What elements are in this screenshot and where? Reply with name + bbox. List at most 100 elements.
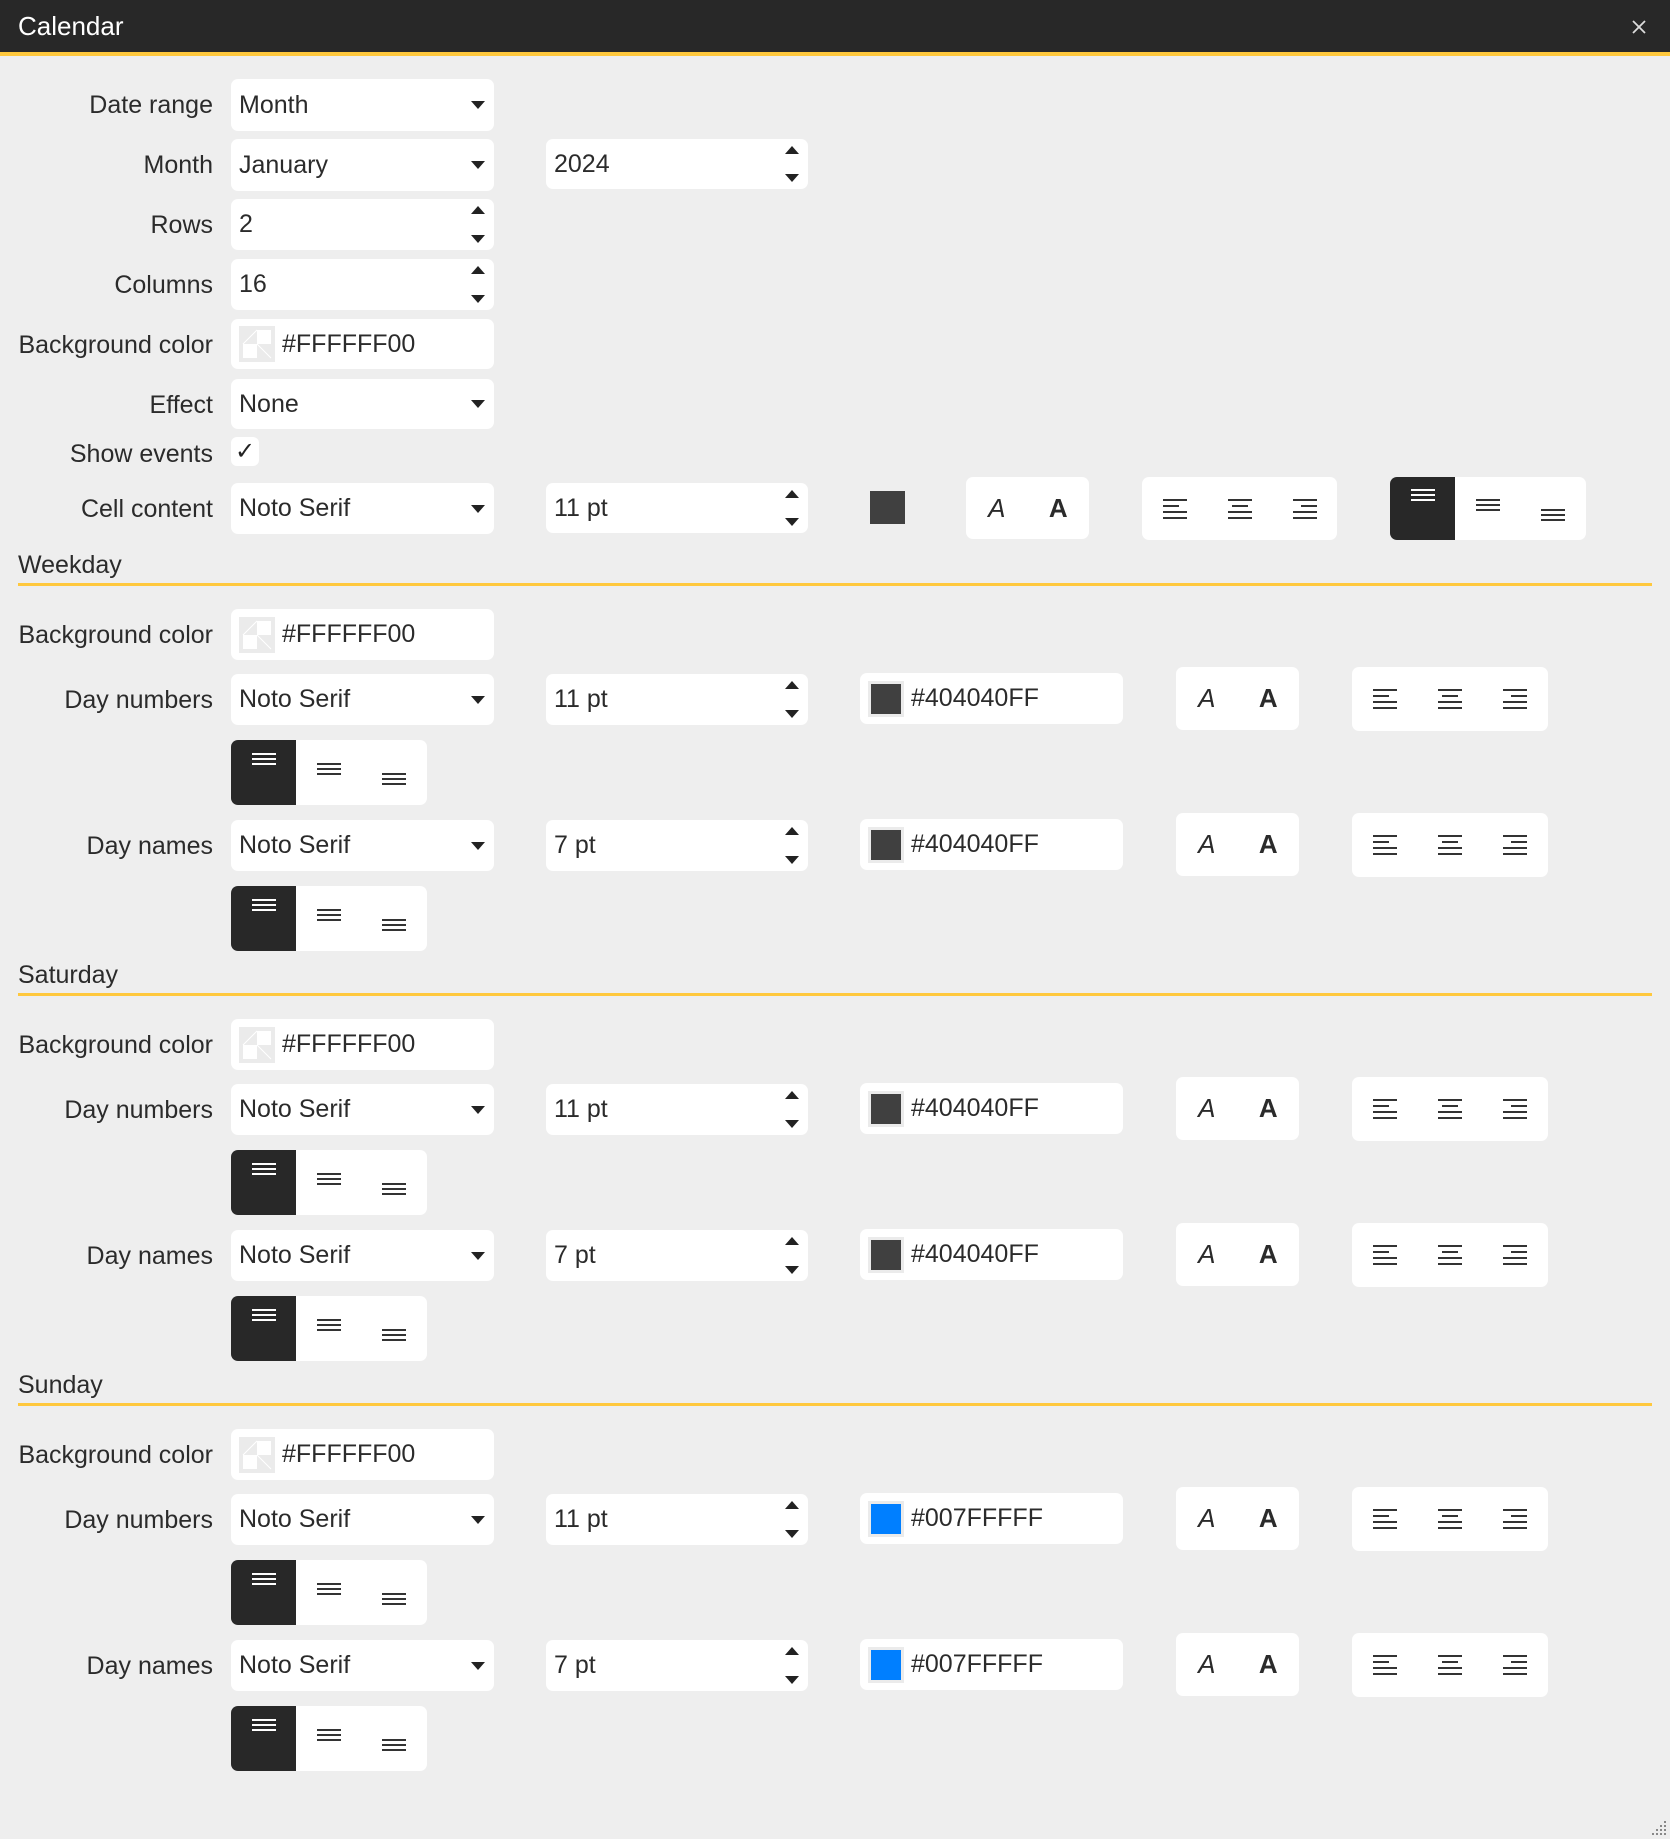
cell-content-color-swatch[interactable] (870, 491, 905, 524)
font-dropdown[interactable]: Noto Serif (231, 674, 494, 725)
font-size-stepper[interactable]: 11 pt (546, 1494, 808, 1545)
show-events-checkbox[interactable]: ✓ (231, 437, 259, 466)
font-dropdown[interactable]: Noto Serif (231, 1230, 494, 1281)
font-color-field[interactable]: #404040FF (860, 673, 1123, 724)
align-center-button[interactable] (1417, 667, 1482, 731)
effect-dropdown[interactable]: None (231, 379, 494, 429)
align-right-button[interactable] (1483, 813, 1548, 877)
align-center-button[interactable] (1417, 1633, 1482, 1697)
increment-icon[interactable] (785, 490, 799, 498)
align-left-button[interactable] (1142, 477, 1207, 540)
align-left-button[interactable] (1352, 1487, 1417, 1551)
valign-middle-button[interactable] (296, 1560, 361, 1625)
font-size-stepper[interactable]: 7 pt (546, 820, 808, 871)
valign-middle-button[interactable] (296, 740, 361, 805)
align-right-button[interactable] (1483, 1077, 1548, 1141)
align-left-button[interactable] (1352, 1223, 1417, 1287)
cell-content-font-dropdown[interactable]: Noto Serif (231, 483, 494, 534)
increment-icon[interactable] (471, 266, 485, 274)
color-swatch[interactable] (868, 1500, 904, 1537)
bold-button[interactable]: A (1238, 1633, 1300, 1696)
bold-button[interactable]: A (1238, 667, 1300, 730)
columns-stepper[interactable]: 16 (231, 259, 494, 310)
italic-button[interactable]: A (1176, 813, 1238, 876)
close-button[interactable] (1626, 14, 1652, 40)
align-right-button[interactable] (1272, 477, 1337, 540)
background-color-field[interactable]: #FFFFFF00 (231, 319, 494, 369)
italic-button[interactable]: A (966, 477, 1028, 539)
increment-icon[interactable] (785, 681, 799, 689)
decrement-icon[interactable] (785, 856, 799, 864)
align-center-button[interactable] (1417, 1223, 1482, 1287)
font-color-field[interactable]: #007FFFFF (860, 1493, 1123, 1544)
decrement-icon[interactable] (785, 1530, 799, 1538)
background-color-field[interactable]: #FFFFFF00 (231, 609, 494, 660)
increment-icon[interactable] (785, 1237, 799, 1245)
valign-middle-button[interactable] (1455, 477, 1520, 540)
font-dropdown[interactable]: Noto Serif (231, 1640, 494, 1691)
italic-button[interactable]: A (1176, 1223, 1238, 1286)
valign-middle-button[interactable] (296, 1296, 361, 1361)
align-left-button[interactable] (1352, 813, 1417, 877)
increment-icon[interactable] (785, 1091, 799, 1099)
font-dropdown[interactable]: Noto Serif (231, 820, 494, 871)
decrement-icon[interactable] (785, 1120, 799, 1128)
valign-middle-button[interactable] (296, 886, 361, 951)
valign-bottom-button[interactable] (362, 1706, 427, 1771)
bold-button[interactable]: A (1238, 813, 1300, 876)
valign-bottom-button[interactable] (362, 740, 427, 805)
align-left-button[interactable] (1352, 667, 1417, 731)
align-center-button[interactable] (1417, 1487, 1482, 1551)
font-dropdown[interactable]: Noto Serif (231, 1084, 494, 1135)
resize-grip-icon[interactable] (1650, 1819, 1668, 1837)
align-left-button[interactable] (1352, 1077, 1417, 1141)
date-range-dropdown[interactable]: Month (231, 79, 494, 131)
month-dropdown[interactable]: January (231, 139, 494, 191)
decrement-icon[interactable] (785, 710, 799, 718)
valign-top-button[interactable] (231, 1150, 297, 1215)
color-swatch[interactable] (868, 1236, 904, 1273)
italic-button[interactable]: A (1176, 1077, 1238, 1140)
valign-top-button[interactable] (231, 1706, 297, 1771)
decrement-icon[interactable] (785, 1676, 799, 1684)
transparent-swatch-icon[interactable] (239, 1437, 275, 1473)
align-right-button[interactable] (1483, 1633, 1548, 1697)
valign-top-button[interactable] (231, 1560, 297, 1625)
font-size-stepper[interactable]: 7 pt (546, 1640, 808, 1691)
color-swatch[interactable] (868, 1646, 904, 1683)
valign-bottom-button[interactable] (362, 886, 427, 951)
font-color-field[interactable]: #007FFFFF (860, 1639, 1123, 1690)
align-left-button[interactable] (1352, 1633, 1417, 1697)
decrement-icon[interactable] (471, 235, 485, 243)
cell-content-size-stepper[interactable]: 11 pt (546, 483, 808, 533)
decrement-icon[interactable] (785, 518, 799, 526)
increment-icon[interactable] (785, 827, 799, 835)
valign-bottom-button[interactable] (1521, 477, 1586, 540)
increment-icon[interactable] (785, 146, 799, 154)
bold-button[interactable]: A (1238, 1077, 1300, 1140)
font-size-stepper[interactable]: 11 pt (546, 674, 808, 725)
increment-icon[interactable] (785, 1647, 799, 1655)
font-color-field[interactable]: #404040FF (860, 1229, 1123, 1280)
transparent-swatch-icon[interactable] (239, 617, 275, 653)
valign-top-button[interactable] (231, 1296, 297, 1361)
valign-middle-button[interactable] (296, 1706, 361, 1771)
align-right-button[interactable] (1483, 1487, 1548, 1551)
color-swatch[interactable] (868, 1090, 904, 1127)
italic-button[interactable]: A (1176, 1633, 1238, 1696)
align-center-button[interactable] (1417, 1077, 1482, 1141)
font-size-stepper[interactable]: 7 pt (546, 1230, 808, 1281)
transparent-swatch-icon[interactable] (239, 1027, 275, 1063)
font-dropdown[interactable]: Noto Serif (231, 1494, 494, 1545)
align-right-button[interactable] (1483, 667, 1548, 731)
increment-icon[interactable] (785, 1501, 799, 1509)
valign-top-button[interactable] (231, 886, 297, 951)
valign-bottom-button[interactable] (362, 1150, 427, 1215)
background-color-field[interactable]: #FFFFFF00 (231, 1019, 494, 1070)
align-center-button[interactable] (1207, 477, 1272, 540)
increment-icon[interactable] (471, 206, 485, 214)
decrement-icon[interactable] (471, 295, 485, 303)
rows-stepper[interactable]: 2 (231, 199, 494, 250)
bold-button[interactable]: A (1238, 1223, 1300, 1286)
decrement-icon[interactable] (785, 1266, 799, 1274)
